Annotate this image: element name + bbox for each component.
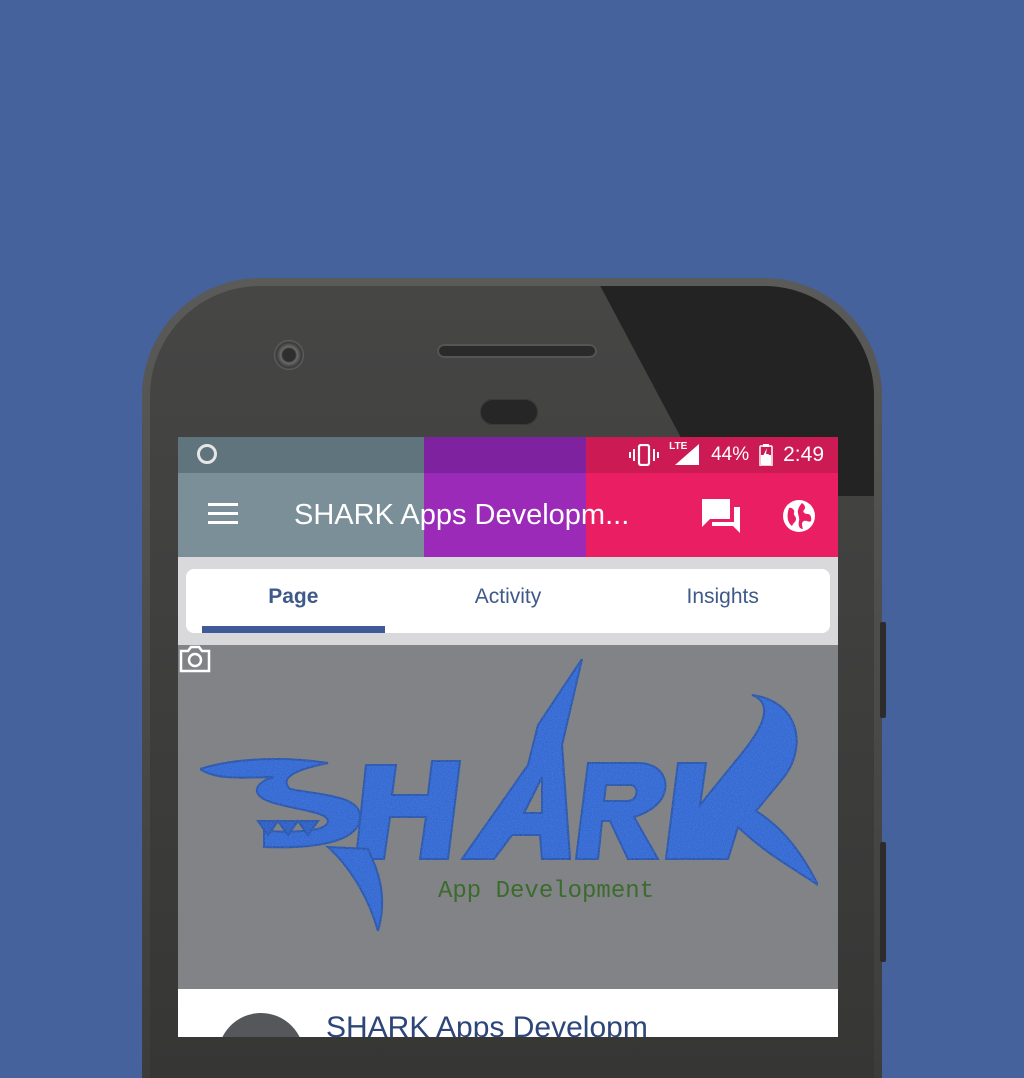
signal-icon: LTE: [669, 441, 701, 466]
page-title: SHARK Apps Developm...: [294, 499, 630, 531]
tab-bar-container: Page Activity Insights: [178, 557, 838, 645]
app-bar: SHARK Apps Developm...: [178, 473, 838, 557]
network-type: LTE: [669, 441, 688, 452]
shark-logo: App Development: [197, 658, 821, 935]
cover-photo[interactable]: App Development: [178, 645, 838, 989]
globe-icon[interactable]: [782, 499, 816, 533]
proximity-sensor: [480, 399, 538, 425]
tab-page[interactable]: Page: [186, 569, 401, 633]
power-button: [880, 842, 886, 962]
menu-icon[interactable]: [208, 503, 238, 525]
page-name: SHARK Apps Developm: [326, 1011, 648, 1037]
page-header-section: SHARK Apps Developm: [178, 989, 838, 1037]
phone-screen: LTE 44% 2:49 SHARK Apps Developm... Page…: [178, 437, 838, 1037]
status-bar: LTE 44% 2:49: [178, 437, 838, 473]
avatar[interactable]: [218, 1013, 304, 1037]
battery-percent: 44%: [711, 444, 750, 465]
vibrate-icon: [629, 444, 660, 466]
tab-bar: Page Activity Insights: [186, 569, 830, 633]
chat-icon[interactable]: [700, 497, 742, 535]
notification-icon: [197, 444, 217, 464]
tab-insights[interactable]: Insights: [615, 569, 830, 633]
battery-icon: [759, 444, 773, 466]
volume-button: [880, 622, 886, 718]
front-camera: [274, 340, 304, 370]
tab-activity[interactable]: Activity: [401, 569, 616, 633]
camera-icon[interactable]: [178, 645, 212, 673]
logo-subtitle: App Development: [438, 878, 654, 905]
clock: 2:49: [783, 443, 824, 466]
earpiece-speaker: [437, 344, 597, 358]
